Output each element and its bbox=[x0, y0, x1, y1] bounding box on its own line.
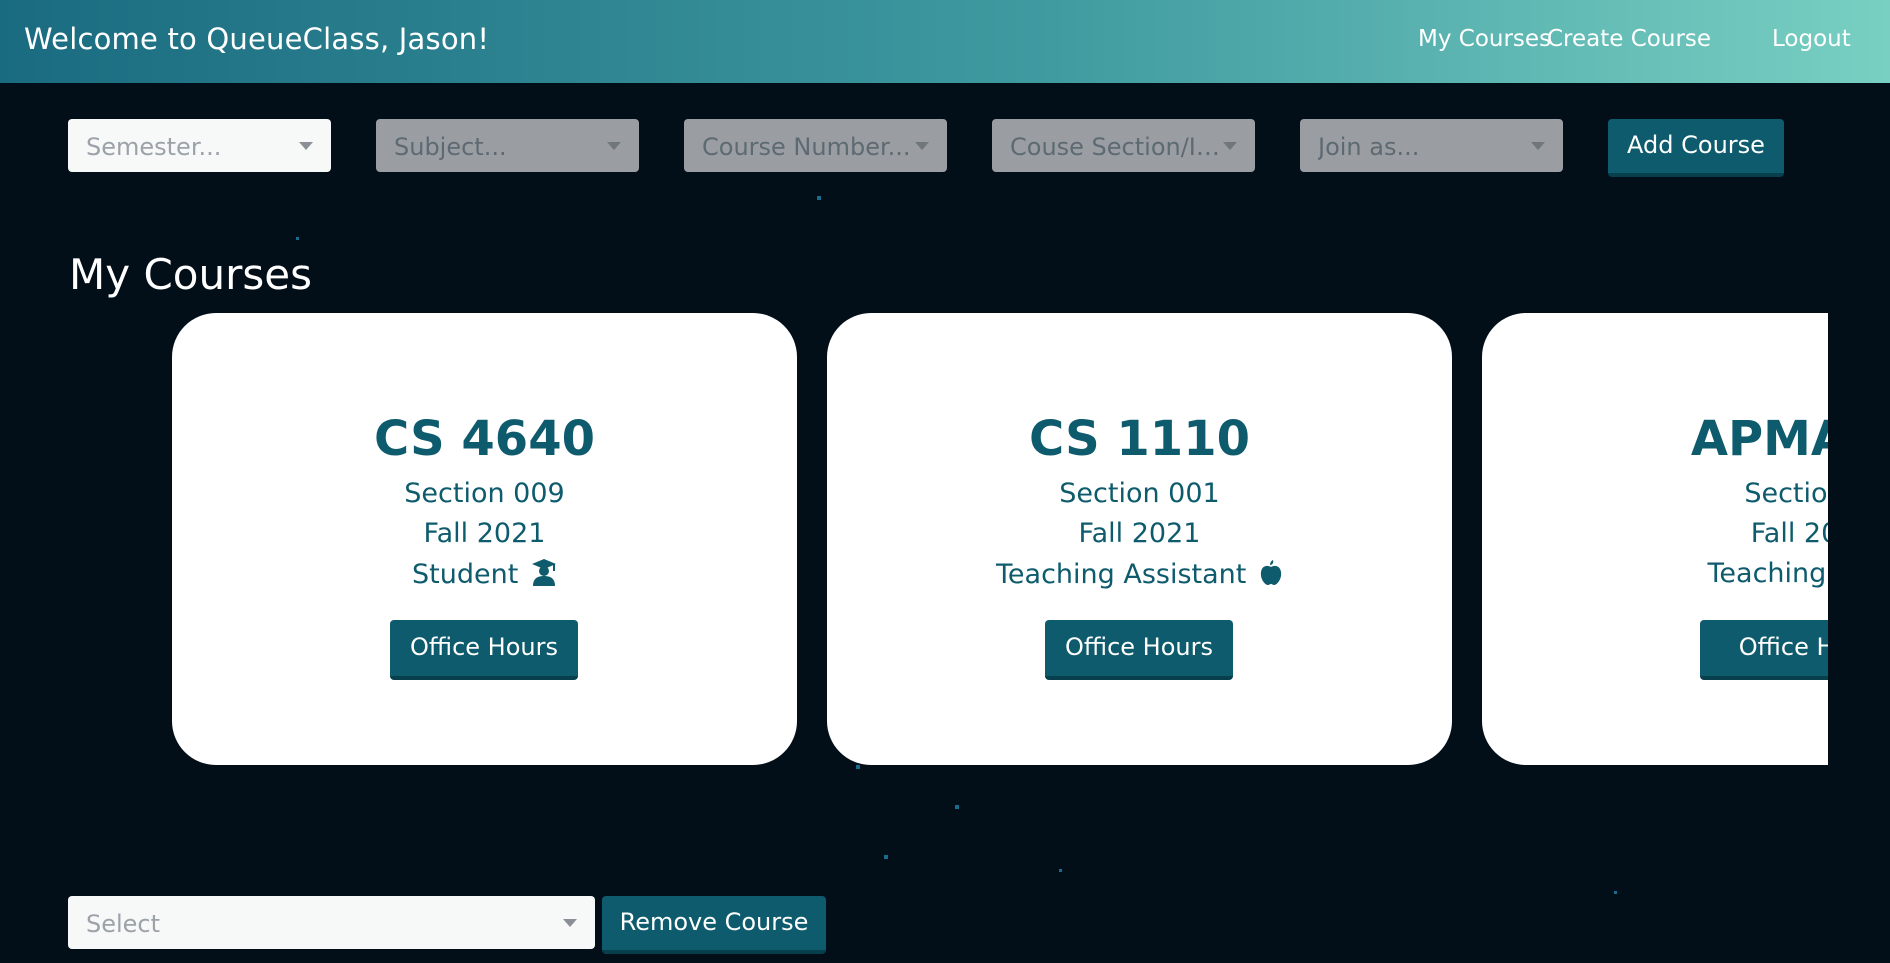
chevron-down-icon bbox=[1531, 142, 1545, 150]
course-code: CS 4640 bbox=[374, 411, 595, 467]
office-hours-button[interactable]: Office Hours bbox=[1045, 620, 1233, 680]
course-role: Teaching Ass bbox=[1707, 558, 1828, 589]
course-number-dropdown[interactable]: Course Number... bbox=[684, 119, 947, 172]
student-graduate-icon bbox=[531, 559, 556, 586]
course-role: Teaching Assistant bbox=[827, 558, 1452, 590]
subject-dropdown[interactable]: Subject... bbox=[376, 119, 639, 172]
remove-course-select[interactable]: Select bbox=[68, 896, 595, 949]
course-section: Section 009 bbox=[404, 478, 565, 509]
office-hours-button[interactable]: Office Hours bbox=[390, 620, 578, 680]
course-card[interactable]: APMA 3 Section Fall 20 Teaching Ass Offi… bbox=[1482, 313, 1828, 765]
course-section: Section bbox=[1744, 478, 1828, 509]
background-particle bbox=[296, 237, 299, 240]
join-as-placeholder: Join as... bbox=[1318, 133, 1420, 161]
course-code: CS 1110 bbox=[1029, 411, 1250, 467]
course-role: Student bbox=[172, 558, 797, 590]
section-dropdown[interactable]: Couse Section/ID... bbox=[992, 119, 1255, 172]
semester-placeholder: Semester... bbox=[86, 133, 222, 161]
nav-my-courses-link[interactable]: My Courses bbox=[1418, 26, 1551, 52]
course-role-label: Teaching Assistant bbox=[996, 559, 1247, 590]
course-term: Fall 2021 bbox=[1078, 518, 1201, 549]
chevron-down-icon bbox=[1223, 142, 1237, 150]
subject-placeholder: Subject... bbox=[394, 133, 507, 161]
background-particle bbox=[884, 855, 888, 859]
join-as-dropdown[interactable]: Join as... bbox=[1300, 119, 1563, 172]
my-courses-heading: My Courses bbox=[69, 250, 312, 299]
course-code: APMA 3 bbox=[1690, 411, 1828, 467]
top-navbar: Welcome to QueueClass, Jason! My Courses… bbox=[0, 0, 1890, 83]
background-particle bbox=[1059, 869, 1062, 872]
semester-dropdown[interactable]: Semester... bbox=[68, 119, 331, 172]
background-particle bbox=[856, 765, 860, 769]
background-particle bbox=[955, 805, 959, 809]
background-particle bbox=[817, 196, 821, 200]
nav-create-course-link[interactable]: Create Course bbox=[1547, 26, 1711, 52]
add-course-button[interactable]: Add Course bbox=[1608, 119, 1784, 177]
chevron-down-icon bbox=[299, 142, 313, 150]
office-hours-button[interactable]: Office Ho bbox=[1700, 620, 1828, 680]
remove-course-button[interactable]: Remove Course bbox=[602, 896, 826, 954]
remove-course-placeholder: Select bbox=[86, 910, 161, 938]
background-particle bbox=[1614, 891, 1617, 894]
course-section: Section 001 bbox=[1059, 478, 1220, 509]
chevron-down-icon bbox=[915, 142, 929, 150]
course-card[interactable]: CS 4640 Section 009 Fall 2021 Student Of… bbox=[172, 313, 797, 765]
course-term: Fall 20 bbox=[1750, 518, 1828, 549]
course-number-placeholder: Course Number... bbox=[702, 133, 911, 161]
course-role-label: Student bbox=[412, 559, 519, 590]
chevron-down-icon bbox=[563, 919, 577, 927]
course-carousel[interactable]: CS 4640 Section 009 Fall 2021 Student Of… bbox=[172, 313, 1828, 765]
section-placeholder: Couse Section/ID... bbox=[1010, 133, 1225, 161]
chevron-down-icon bbox=[607, 142, 621, 150]
welcome-title: Welcome to QueueClass, Jason! bbox=[24, 22, 490, 56]
course-card[interactable]: CS 1110 Section 001 Fall 2021 Teaching A… bbox=[827, 313, 1452, 765]
course-term: Fall 2021 bbox=[423, 518, 546, 549]
nav-logout-link[interactable]: Logout bbox=[1772, 26, 1851, 52]
apple-icon bbox=[1260, 560, 1282, 585]
